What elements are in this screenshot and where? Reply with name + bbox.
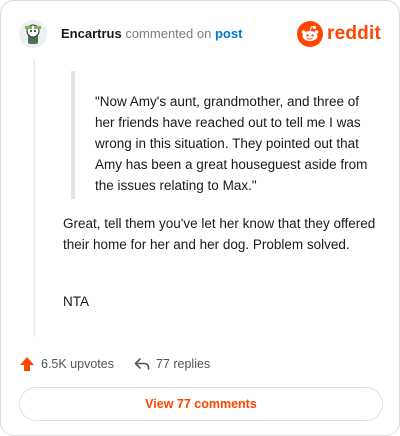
comment-actions: 6.5K upvotes 77 replies (19, 353, 210, 375)
brand-wordmark: reddit (327, 23, 381, 44)
body-text: Great, tell them you've let her know tha… (63, 216, 376, 252)
verdict-text: NTA (63, 294, 89, 309)
reply-button[interactable]: 77 replies (134, 356, 210, 372)
post-link[interactable]: post (215, 26, 242, 41)
username[interactable]: Encartrus (61, 26, 122, 41)
upvote-arrow-icon (20, 357, 34, 371)
replies-count: 77 replies (155, 357, 211, 371)
view-comments-button[interactable]: View 77 comments (19, 387, 383, 421)
reddit-brand[interactable]: reddit (297, 21, 381, 47)
comment-card: Encartrus commented on post reddit "Now … (0, 0, 400, 436)
blockquote: "Now Amy's aunt, grandmother, and three … (71, 71, 381, 199)
user-avatar[interactable] (19, 20, 47, 48)
snoo-avatar-icon (19, 20, 47, 48)
comment-header: Encartrus commented on post reddit (19, 19, 381, 49)
thread-line (33, 59, 35, 337)
upvote-button[interactable]: 6.5K upvotes (19, 356, 114, 372)
action-text: commented on (125, 26, 212, 41)
reply-arrow-icon (134, 358, 150, 370)
comment-body: Great, tell them you've let her know tha… (63, 213, 383, 255)
comment-meta: Encartrus commented on post (61, 26, 242, 42)
reddit-logo-icon (297, 21, 324, 47)
upvotes-count: 6.5K upvotes (41, 357, 114, 371)
quote-text: "Now Amy's aunt, grandmother, and three … (95, 94, 368, 193)
